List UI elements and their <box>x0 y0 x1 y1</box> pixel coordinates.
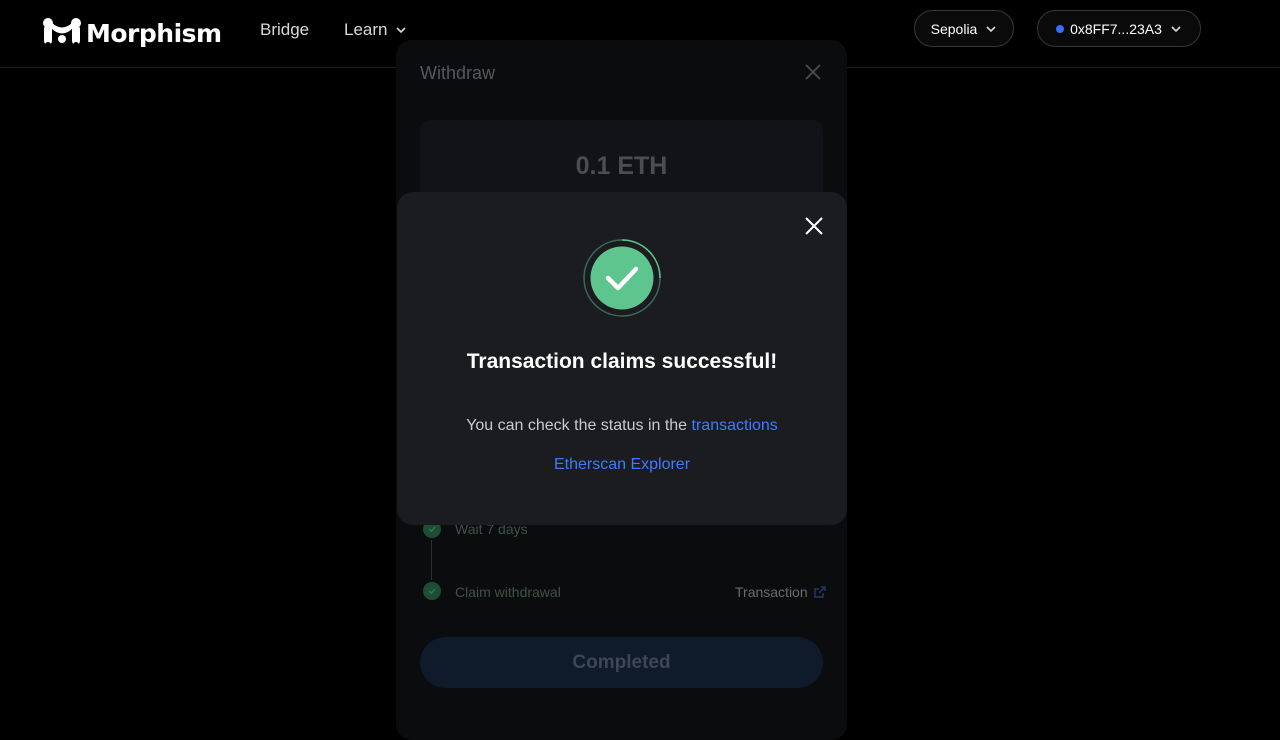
network-name: Sepolia <box>930 20 978 37</box>
wallet-address: 0x8FF7...23A3 <box>1070 20 1162 37</box>
nav-learn-label: Learn <box>344 20 388 39</box>
morphism-logo-icon <box>43 18 81 48</box>
etherscan-explorer-link[interactable]: Etherscan Explorer <box>554 456 690 473</box>
close-icon[interactable] <box>804 216 824 236</box>
explorer-link-row: Etherscan Explorer <box>397 456 847 474</box>
brand-logo[interactable]: Morphism <box>42 16 222 50</box>
nav-bridge[interactable]: Bridge <box>260 20 309 40</box>
connection-status-dot <box>1056 24 1065 33</box>
completed-button: Completed <box>420 637 823 688</box>
transactions-link[interactable]: transactions <box>692 417 778 434</box>
chevron-down-icon <box>1171 25 1181 32</box>
transaction-link[interactable]: Transaction <box>735 584 827 600</box>
step-claim-label: Claim withdrawal <box>455 584 561 600</box>
nav-bridge-label: Bridge <box>260 20 310 39</box>
withdraw-title: Withdraw <box>420 63 496 83</box>
success-check-icon <box>583 239 661 317</box>
external-link-icon <box>813 586 826 598</box>
withdraw-amount: 0.1 ETH <box>575 152 668 180</box>
close-icon[interactable] <box>804 63 822 81</box>
transaction-link-label: Transaction <box>735 584 808 600</box>
nav-learn-dropdown[interactable]: Learn <box>344 20 407 40</box>
step-check-icon <box>423 582 441 600</box>
status-text-prefix: You can check the status in the <box>466 417 688 434</box>
step-connector <box>431 540 432 580</box>
network-selector[interactable]: Sepolia <box>914 10 1014 47</box>
chevron-down-icon <box>396 27 407 34</box>
chevron-down-icon <box>986 25 996 32</box>
brand-name: Morphism <box>86 18 222 48</box>
wallet-account-button[interactable]: 0x8FF7...23A3 <box>1037 10 1201 47</box>
modal-status-text: You can check the status in the transact… <box>397 417 847 435</box>
modal-title: Transaction claims successful! <box>466 350 778 373</box>
